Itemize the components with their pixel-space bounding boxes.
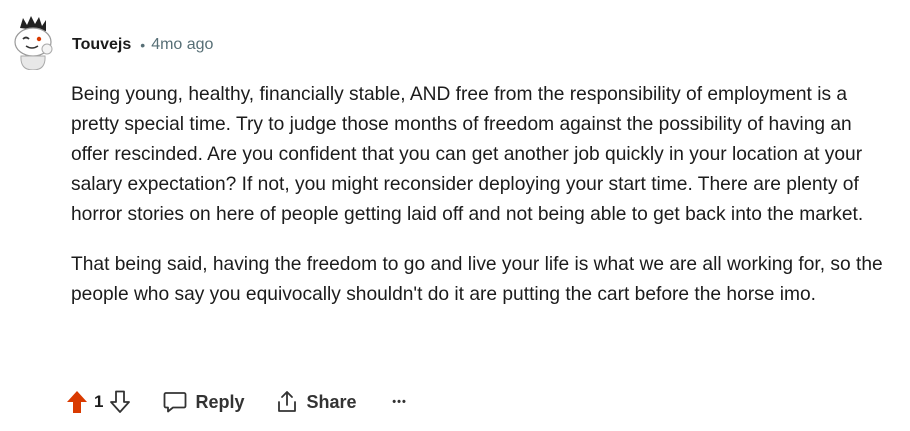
vote-group: 1	[62, 385, 135, 419]
timestamp[interactable]: 4mo ago	[151, 35, 213, 55]
downvote-icon	[110, 390, 131, 413]
reply-button[interactable]: Reply	[157, 383, 250, 421]
author-name[interactable]: Touvejs	[72, 35, 131, 55]
vote-score: 1	[94, 392, 104, 411]
comment-bubble-icon	[164, 392, 187, 413]
comment-meta: Touvejs • 4mo ago	[72, 35, 213, 55]
comment-action-bar: 1 Reply Share •••	[62, 383, 415, 421]
meta-separator: •	[140, 37, 146, 53]
avatar[interactable]	[8, 14, 58, 71]
share-label: Share	[306, 391, 357, 412]
more-options-icon: •••	[392, 396, 407, 408]
reply-label: Reply	[195, 391, 245, 412]
downvote-button[interactable]	[105, 385, 135, 419]
comment-paragraph: That being said, having the freedom to g…	[71, 254, 883, 305]
comment-paragraph: Being young, healthy, financially stable…	[71, 84, 864, 225]
comment: Touvejs • 4mo ago Being young, healthy, …	[0, 0, 910, 431]
share-button[interactable]: Share	[269, 383, 363, 421]
share-icon	[277, 391, 296, 412]
upvote-button[interactable]	[62, 385, 92, 419]
snoo-avatar-icon	[14, 16, 53, 71]
comment-body: Being young, healthy, financially stable…	[71, 80, 891, 310]
more-options-button[interactable]: •••	[385, 383, 415, 421]
upvote-icon	[67, 391, 87, 413]
